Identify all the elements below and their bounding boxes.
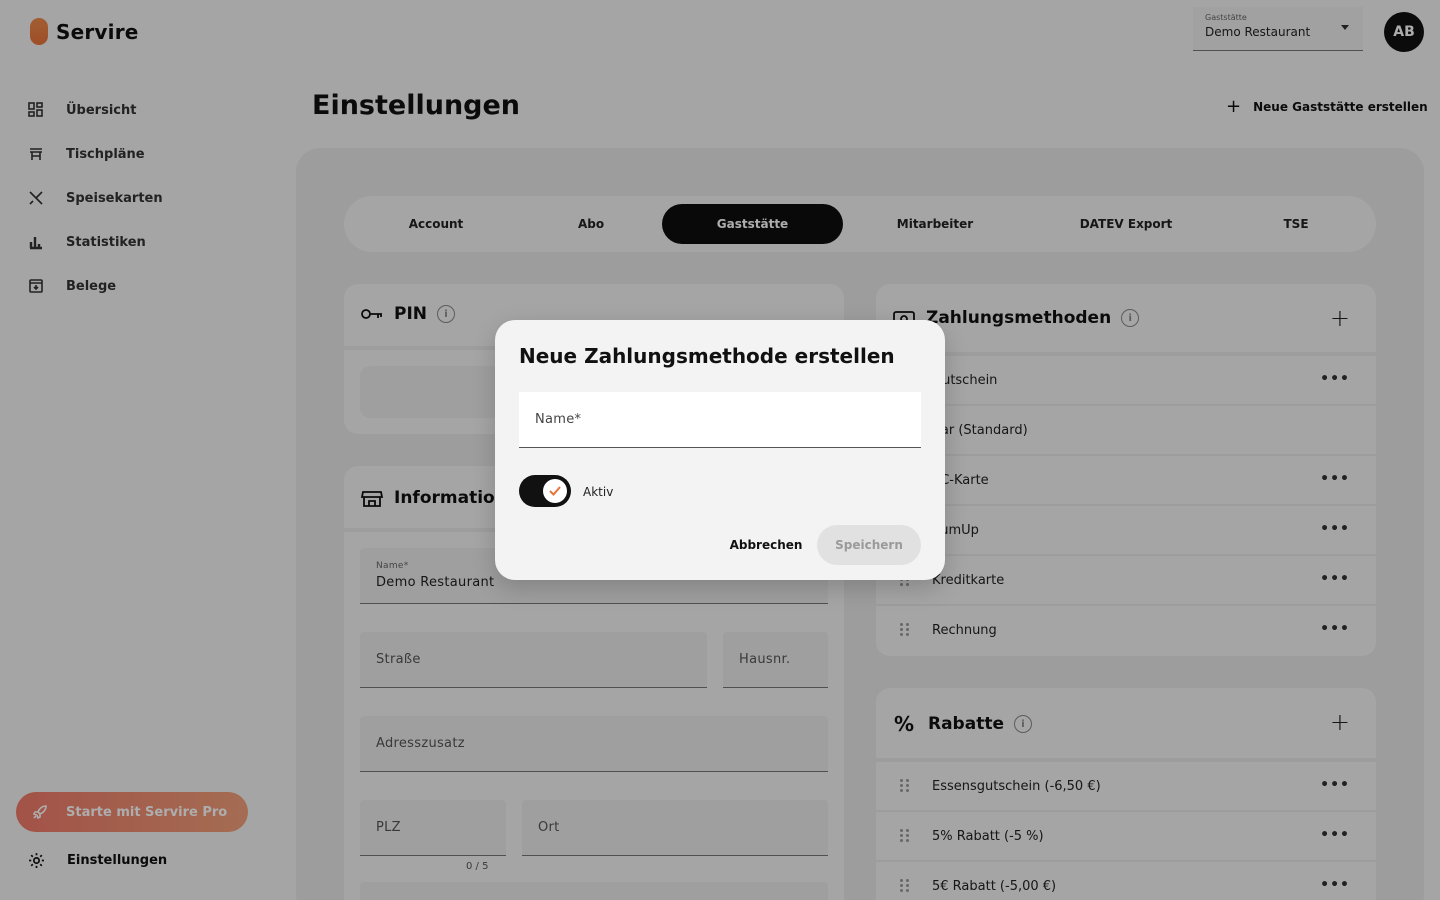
payment-method-name-input[interactable]: Name*	[519, 392, 921, 448]
active-toggle[interactable]	[519, 475, 571, 507]
active-toggle-label: Aktiv	[583, 485, 614, 499]
check-icon	[549, 486, 561, 496]
toggle-knob	[543, 479, 567, 503]
cancel-button[interactable]: Abbrechen	[727, 525, 805, 565]
new-payment-method-dialog: Neue Zahlungsmethode erstellen Name* Akt…	[495, 320, 945, 580]
save-button[interactable]: Speichern	[817, 525, 921, 565]
dialog-title: Neue Zahlungsmethode erstellen	[519, 344, 895, 368]
